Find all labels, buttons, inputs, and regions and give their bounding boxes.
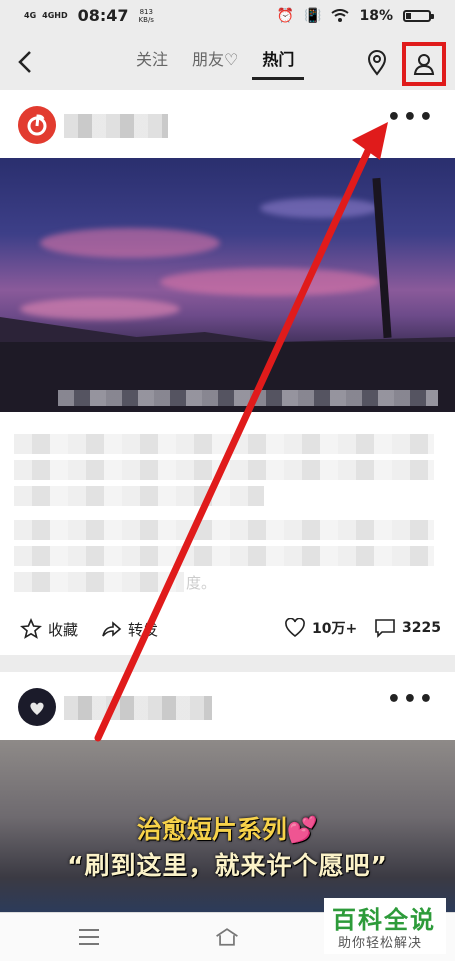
speed-value: 813 (139, 7, 153, 16)
star-icon (20, 618, 42, 639)
status-left: 4G 4GHD 08:47 813 KB/s (24, 6, 154, 25)
heart-icon (285, 618, 305, 638)
post-card: ••• 度。 收藏 转发 10万+ 3225 (0, 90, 455, 655)
more-options-icon[interactable]: ••• (387, 689, 435, 711)
top-nav: 关注 朋友♡ 热门 (0, 34, 455, 90)
cloud-shape (260, 198, 380, 218)
cloud-shape (40, 228, 220, 258)
post-text-pixelated (14, 486, 264, 506)
tab-hot[interactable]: 热门 (252, 46, 305, 80)
favorite-button[interactable]: 收藏 (20, 618, 78, 640)
alarm-icon: ⏰ (276, 8, 295, 24)
music-logo-icon (27, 114, 47, 136)
post-actions: 收藏 转发 10万+ 3225 (0, 618, 455, 644)
like-button[interactable]: 10万+ (284, 618, 357, 638)
home-icon[interactable] (214, 925, 240, 949)
comment-count: 3225 (402, 620, 441, 636)
hands-heart-icon (30, 702, 44, 715)
location-pin-icon[interactable] (366, 50, 388, 76)
signal-1: 4G (24, 11, 37, 20)
status-right: ⏰ 📳 18% (276, 8, 434, 24)
comment-icon (375, 619, 395, 638)
video-title-line-2: “刷到这里，就来许个愿吧” (67, 851, 388, 880)
back-arrow-icon[interactable] (14, 48, 38, 76)
user-icon[interactable] (412, 52, 436, 76)
clock: 08:47 (77, 6, 129, 25)
signal-2: 4GHD (42, 11, 68, 20)
wifi-icon (331, 9, 350, 22)
share-button[interactable]: 转发 (100, 618, 158, 640)
speed-unit: KB/s (138, 15, 154, 24)
watermark-logo: 百科全说 助你轻松解决 (324, 898, 446, 954)
post-text-pixelated (14, 460, 434, 480)
video-thumbnail[interactable]: 治愈短片系列💕 “刷到这里，就来许个愿吧” (0, 740, 455, 912)
status-bar: 4G 4GHD 08:47 813 KB/s ⏰ 📳 18% (0, 0, 455, 34)
lamp-pole-silhouette (372, 177, 392, 339)
post-text-pixelated (14, 546, 434, 566)
cloud-shape (160, 268, 380, 296)
more-options-icon[interactable]: ••• (387, 107, 435, 129)
tab-friends[interactable]: 朋友♡ (192, 46, 238, 80)
avatar[interactable] (18, 106, 56, 144)
post-card: ••• 治愈短片系列💕 “刷到这里，就来许个愿吧” (0, 672, 455, 912)
share-label: 转发 (128, 620, 159, 639)
tab-bar: 关注 朋友♡ 热门 (136, 46, 305, 80)
watermark-subtitle: 助你轻松解决 (338, 936, 423, 951)
profile-button-highlight[interactable] (402, 42, 446, 86)
cloud-shape (20, 298, 180, 320)
post-text-tail: 度。 (186, 574, 217, 592)
share-arrow-icon (102, 621, 122, 637)
vibrate-icon: 📳 (304, 8, 322, 24)
video-title-line-1: 治愈短片系列💕 (136, 815, 319, 844)
battery-icon (403, 10, 434, 22)
username-pixelated[interactable] (64, 696, 212, 720)
post-text-pixelated (14, 520, 434, 540)
menu-icon[interactable] (76, 925, 102, 949)
video-thumbnail[interactable] (0, 158, 455, 412)
network-speed: 813 KB/s (139, 8, 154, 24)
post-text-pixelated (14, 572, 184, 592)
tab-following[interactable]: 关注 (136, 46, 168, 80)
like-count: 10万+ (312, 621, 358, 637)
battery-percent: 18% (359, 8, 393, 24)
video-caption-pixelated (58, 390, 438, 406)
watermark-title: 百科全说 (332, 906, 436, 934)
avatar[interactable] (18, 688, 56, 726)
post-text-pixelated (14, 434, 434, 454)
username-pixelated[interactable] (64, 114, 168, 138)
favorite-label: 收藏 (48, 620, 79, 639)
comment-button[interactable]: 3225 (374, 618, 441, 638)
